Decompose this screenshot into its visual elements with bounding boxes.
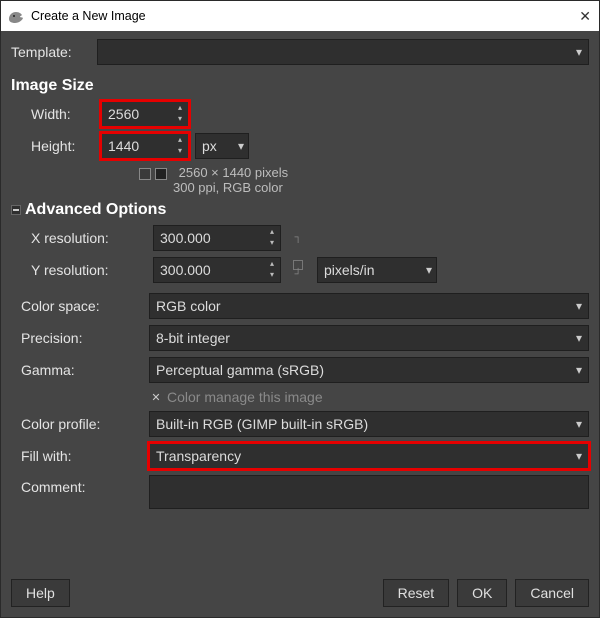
fill-with-select[interactable]: Transparency [149, 443, 589, 469]
gamma-label: Gamma: [11, 362, 149, 378]
color-profile-value: Built-in RGB (GIMP built-in sRGB) [156, 416, 368, 432]
height-label: Height: [31, 138, 101, 154]
precision-select[interactable]: 8-bit integer [149, 325, 589, 351]
chevron-down-icon [576, 299, 582, 313]
width-value: 2560 [108, 106, 174, 122]
color-space-select[interactable]: RGB color [149, 293, 589, 319]
height-value: 1440 [108, 138, 174, 154]
template-row: Template: [11, 39, 589, 65]
advanced-title: Advanced Options [25, 201, 166, 219]
comment-input[interactable] [149, 475, 589, 509]
height-row: Height: 1440 ▴▾ px [11, 133, 589, 159]
button-bar: Help Reset OK Cancel [11, 579, 589, 607]
comment-label: Comment: [11, 475, 149, 495]
color-profile-label: Color profile: [11, 416, 149, 432]
width-row: Width: 2560 ▴▾ [11, 101, 589, 127]
collapse-icon [11, 205, 21, 215]
size-unit-select[interactable]: px [195, 133, 249, 159]
yres-value: 300.000 [160, 262, 266, 278]
chevron-down-icon [576, 417, 582, 431]
res-unit-select[interactable]: pixels/in [317, 257, 437, 283]
portrait-icon[interactable] [139, 168, 151, 180]
reset-button[interactable]: Reset [383, 579, 450, 607]
xres-spinner[interactable]: ▴▾ [266, 227, 278, 249]
color-profile-select[interactable]: Built-in RGB (GIMP built-in sRGB) [149, 411, 589, 437]
chevron-down-icon [576, 449, 582, 463]
color-manage-label: Color manage this image [167, 389, 323, 405]
ok-button[interactable]: OK [457, 579, 507, 607]
template-select[interactable] [97, 39, 589, 65]
image-info: 2560 × 1440 pixels [139, 165, 589, 180]
advanced-header[interactable]: Advanced Options [11, 201, 589, 219]
cancel-button[interactable]: Cancel [515, 579, 589, 607]
precision-value: 8-bit integer [156, 330, 230, 346]
window-title: Create a New Image [31, 9, 551, 23]
dialog-body: Template: Image Size Width: 2560 ▴▾ Heig… [1, 31, 599, 617]
fill-with-label: Fill with: [11, 448, 149, 464]
xres-input[interactable]: 300.000 ▴▾ [153, 225, 281, 251]
xres-value: 300.000 [160, 230, 266, 246]
xres-label: X resolution: [31, 230, 149, 246]
width-label: Width: [31, 106, 101, 122]
color-manage-row[interactable]: ✕ Color manage this image [149, 389, 589, 405]
resolution-grid: X resolution: 300.000 ▴▾ ┐ Y resolution:… [31, 225, 589, 283]
color-space-value: RGB color [156, 298, 221, 314]
dialog-window: Create a New Image ✕ Template: Image Siz… [0, 0, 600, 618]
chevron-down-icon [426, 263, 432, 277]
height-input[interactable]: 1440 ▴▾ [101, 133, 189, 159]
image-ppi-text: 300 ppi, RGB color [173, 180, 589, 195]
landscape-icon[interactable] [155, 168, 167, 180]
yres-spinner[interactable]: ▴▾ [266, 259, 278, 281]
width-spinner[interactable]: ▴▾ [174, 103, 186, 125]
yres-label: Y resolution: [31, 262, 149, 278]
res-link-column: ┐ [289, 233, 307, 243]
fill-with-value: Transparency [156, 448, 241, 464]
chevron-down-icon [576, 363, 582, 377]
precision-label: Precision: [11, 330, 149, 346]
close-icon[interactable]: ✕ [551, 8, 591, 25]
chevron-down-icon [576, 45, 582, 59]
color-space-label: Color space: [11, 298, 149, 314]
gamma-value: Perceptual gamma (sRGB) [156, 362, 324, 378]
app-icon [7, 7, 25, 25]
width-input[interactable]: 2560 ▴▾ [101, 101, 189, 127]
size-unit-value: px [202, 138, 217, 154]
yres-input[interactable]: 300.000 ▴▾ [153, 257, 281, 283]
advanced-grid: Color space: RGB color Precision: 8-bit … [11, 293, 589, 509]
chevron-down-icon [576, 331, 582, 345]
chevron-down-icon [238, 139, 244, 153]
image-size-header: Image Size [11, 77, 589, 95]
res-unit-value: pixels/in [324, 262, 375, 278]
help-button[interactable]: Help [11, 579, 70, 607]
titlebar: Create a New Image ✕ [1, 1, 599, 31]
image-dims-text: 2560 × 1440 pixels [179, 165, 289, 180]
template-label: Template: [11, 44, 97, 60]
checkbox-icon: ✕ [149, 390, 163, 404]
height-spinner[interactable]: ▴▾ [174, 135, 186, 157]
res-link-column[interactable]: ┘ [289, 260, 307, 280]
gamma-select[interactable]: Perceptual gamma (sRGB) [149, 357, 589, 383]
